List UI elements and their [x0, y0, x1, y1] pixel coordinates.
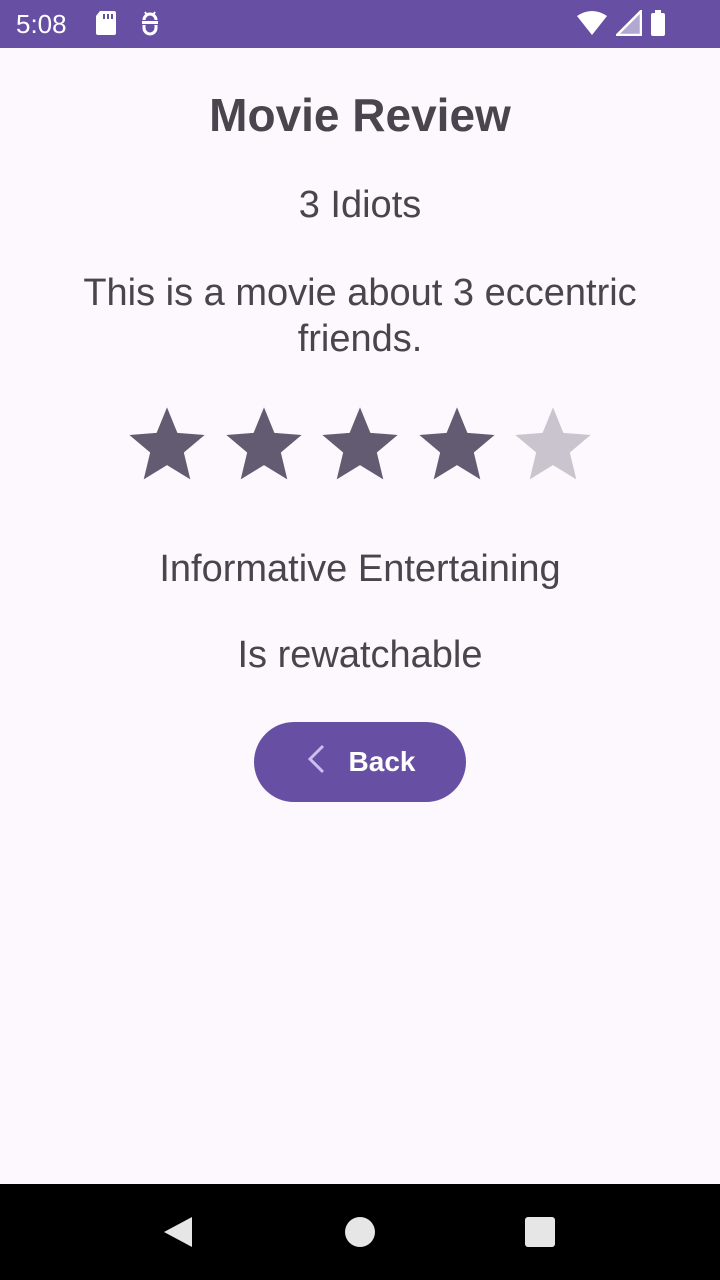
review-tags: Informative Entertaining: [159, 548, 561, 590]
home-circle-icon[interactable]: [340, 1212, 380, 1252]
page-title: Movie Review: [209, 89, 511, 141]
chevron-left-icon: [305, 744, 327, 781]
sd-card-icon: [95, 10, 117, 41]
debug-icon: [139, 10, 161, 41]
status-bar: 5:08: [0, 0, 720, 48]
recents-square-icon[interactable]: [520, 1212, 560, 1252]
rewatchable-label: Is rewatchable: [237, 634, 483, 676]
star-empty-icon[interactable]: [510, 402, 596, 488]
signal-icon: [613, 7, 643, 41]
star-rating[interactable]: [124, 402, 596, 488]
back-triangle-icon[interactable]: [158, 1212, 198, 1252]
movie-name: 3 Idiots: [298, 184, 422, 226]
star-filled-icon[interactable]: [124, 402, 210, 488]
back-button[interactable]: Back: [254, 722, 466, 802]
battery-icon: [650, 10, 666, 41]
star-filled-icon[interactable]: [414, 402, 500, 488]
wifi-icon: [576, 10, 608, 41]
movie-description: This is a movie about 3 eccentric friend…: [83, 272, 637, 360]
status-right-icons: [576, 7, 666, 41]
system-nav-bar: [0, 1184, 720, 1280]
status-time: 5:08: [16, 9, 67, 39]
star-filled-icon[interactable]: [221, 402, 307, 488]
status-left-icons: [95, 10, 161, 41]
star-filled-icon[interactable]: [317, 402, 403, 488]
back-button-label: Back: [348, 746, 416, 777]
